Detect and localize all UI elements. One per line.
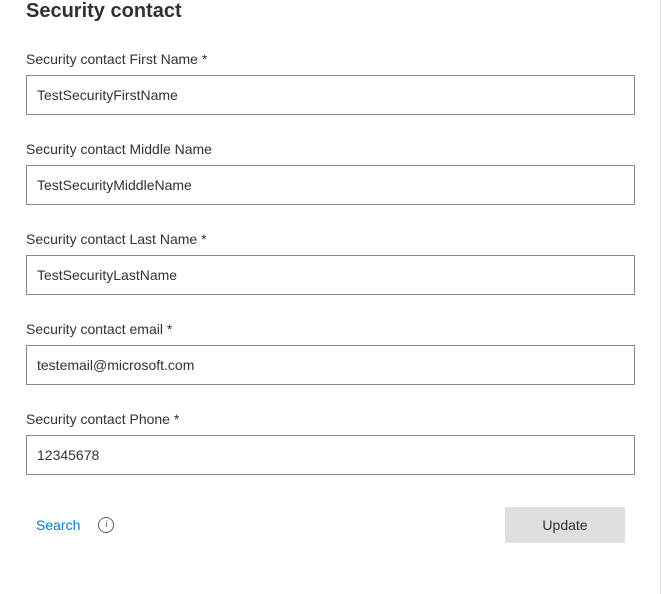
last-name-input[interactable] [26,255,635,295]
section-title: Security contact [26,0,635,23]
last-name-label: Security contact Last Name [26,231,635,247]
email-input[interactable] [26,345,635,385]
footer-bar: Search i Update [26,501,635,543]
field-group-last-name: Security contact Last Name [26,231,635,295]
first-name-input[interactable] [26,75,635,115]
footer-left: Search i [36,517,114,533]
update-button[interactable]: Update [505,507,625,543]
field-group-email: Security contact email [26,321,635,385]
first-name-label: Security contact First Name [26,51,635,67]
info-icon: i [98,517,114,533]
field-group-phone: Security contact Phone [26,411,635,475]
middle-name-input[interactable] [26,165,635,205]
field-group-middle-name: Security contact Middle Name [26,141,635,205]
phone-label: Security contact Phone [26,411,635,427]
email-label: Security contact email [26,321,635,337]
phone-input[interactable] [26,435,635,475]
field-group-first-name: Security contact First Name [26,51,635,115]
search-link[interactable]: Search [36,517,80,533]
middle-name-label: Security contact Middle Name [26,141,635,157]
